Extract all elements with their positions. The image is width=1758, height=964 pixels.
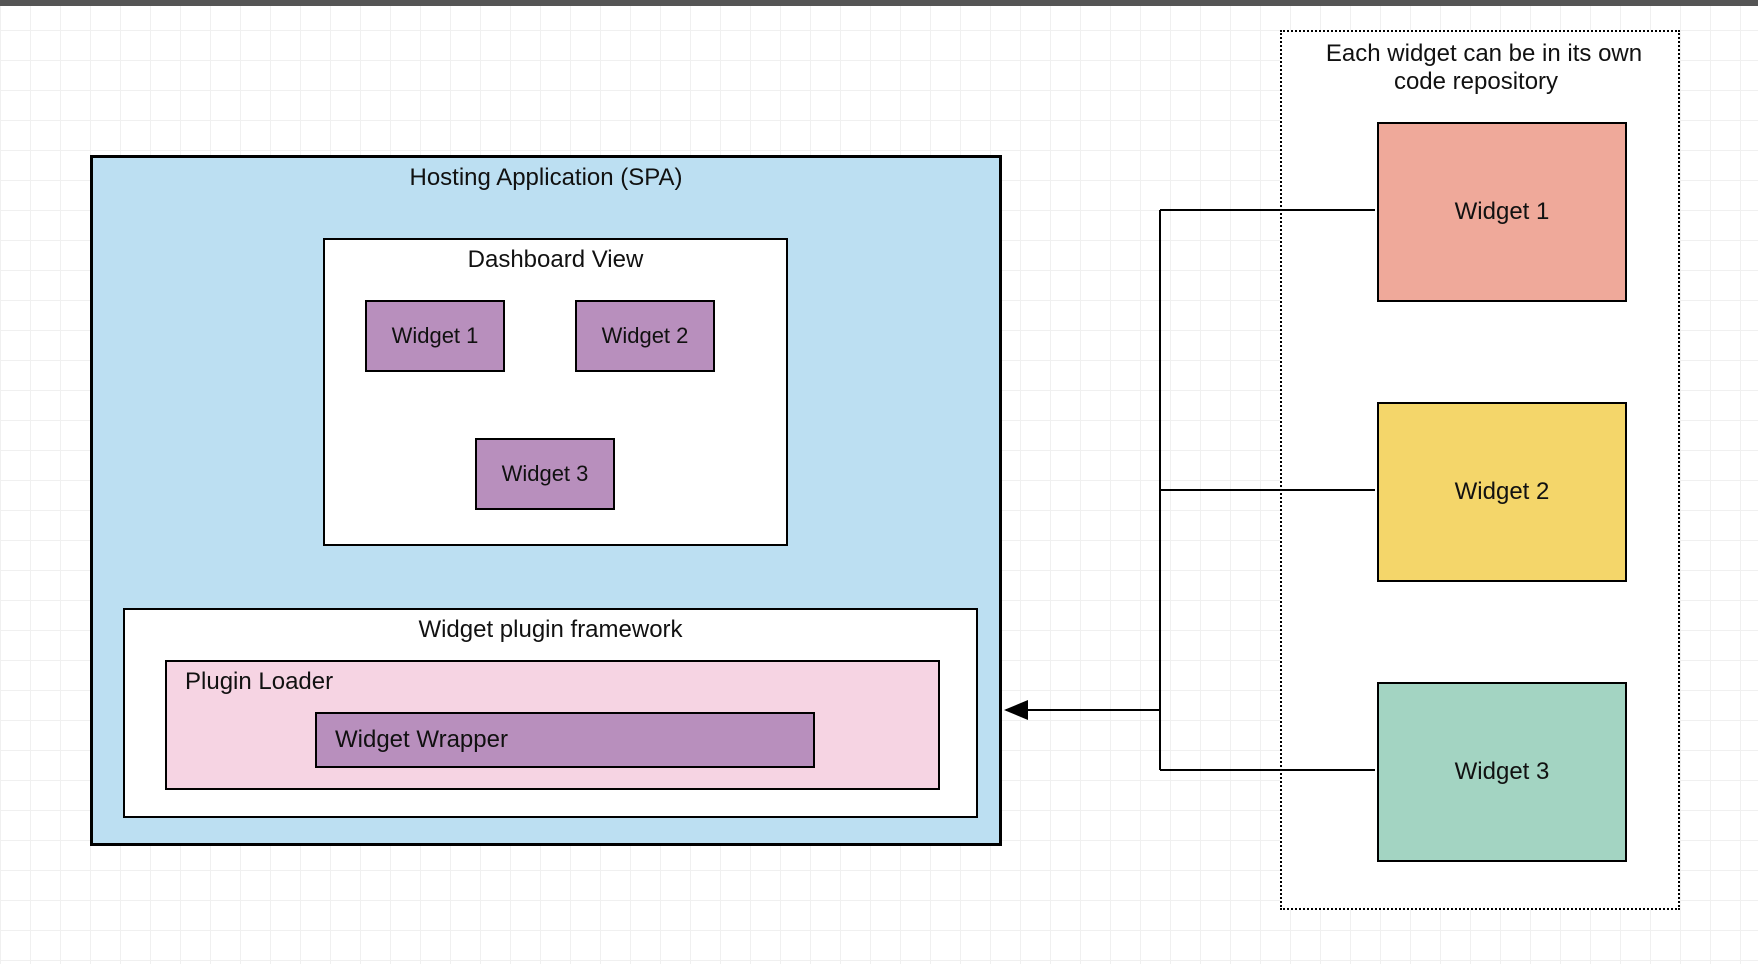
dashboard-widget-1: Widget 1 [365, 300, 505, 372]
framework-title: Widget plugin framework [410, 610, 690, 650]
plugin-framework-box: Widget plugin framework Plugin Loader Wi… [123, 608, 978, 818]
repo-container-box: Each widget can be in its own code repos… [1280, 30, 1680, 910]
dashboard-widget-3-label: Widget 3 [494, 455, 597, 493]
diagram-canvas: Hosting Application (SPA) Dashboard View… [0, 0, 1758, 964]
dashboard-view-box: Dashboard View Widget 1 Widget 2 Widget … [323, 238, 788, 546]
repo-widget-1: Widget 1 [1377, 122, 1627, 302]
hosting-title: Hosting Application (SPA) [401, 158, 690, 198]
dashboard-widget-1-label: Widget 1 [384, 317, 487, 355]
dashboard-widget-2-label: Widget 2 [594, 317, 697, 355]
top-bar [0, 0, 1758, 6]
repo-widget-3: Widget 3 [1377, 682, 1627, 862]
plugin-loader-box: Plugin Loader Widget Wrapper [165, 660, 940, 790]
repo-container-title: Each widget can be in its own code repos… [1318, 34, 1642, 101]
repo-widget-2-label: Widget 2 [1447, 472, 1558, 512]
widget-wrapper-box: Widget Wrapper [315, 712, 815, 768]
repo-widget-1-label: Widget 1 [1447, 192, 1558, 232]
dashboard-widget-3: Widget 3 [475, 438, 615, 510]
repo-widget-3-label: Widget 3 [1447, 752, 1558, 792]
hosting-application-box: Hosting Application (SPA) Dashboard View… [90, 155, 1002, 846]
dashboard-title: Dashboard View [460, 240, 652, 280]
dashboard-widget-2: Widget 2 [575, 300, 715, 372]
widget-wrapper-title: Widget Wrapper [317, 720, 516, 760]
repo-widget-2: Widget 2 [1377, 402, 1627, 582]
plugin-loader-title: Plugin Loader [167, 662, 341, 702]
